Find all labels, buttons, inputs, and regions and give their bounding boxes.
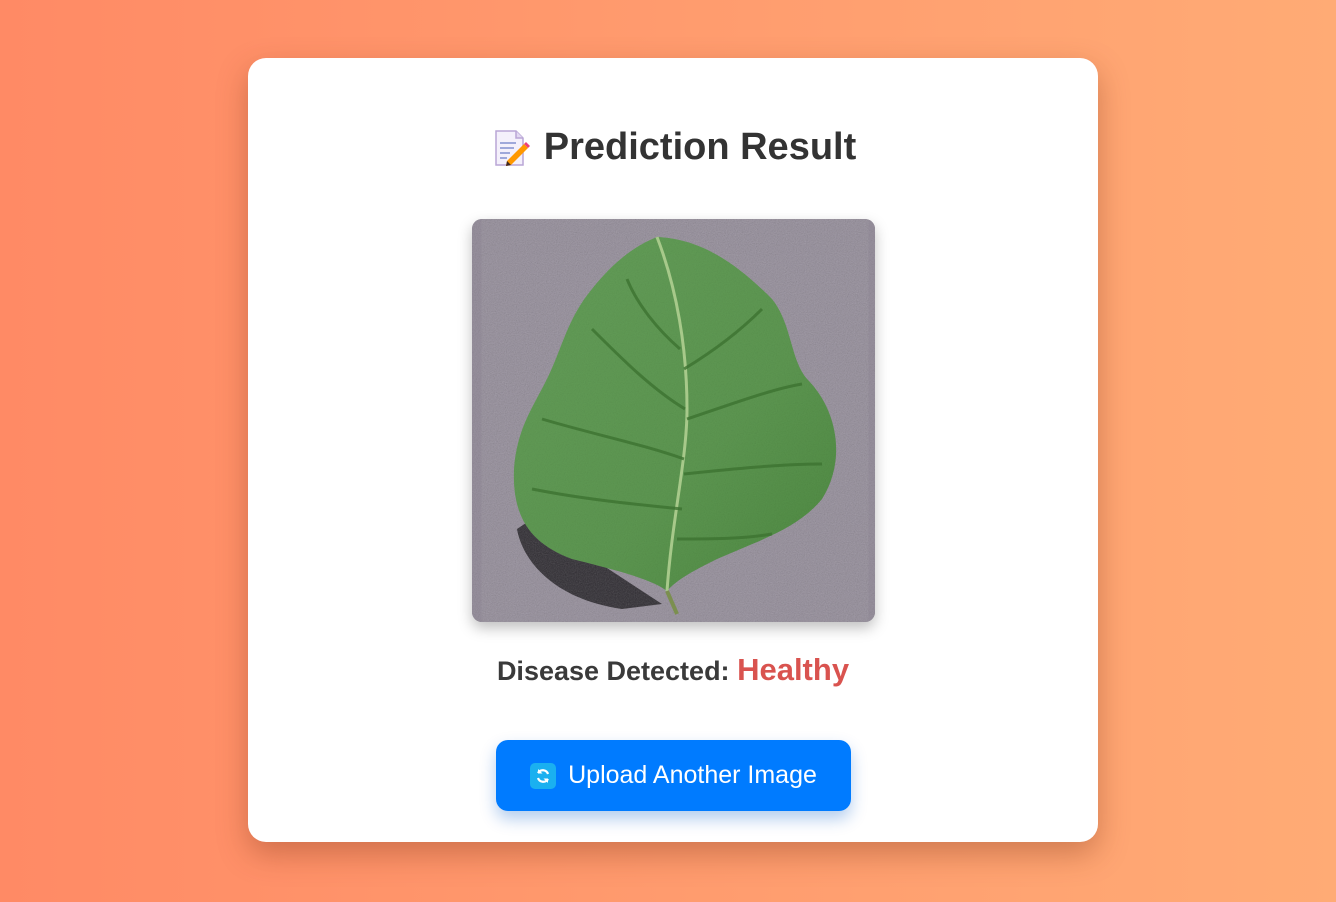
result-text: Disease Detected: Healthy [248, 652, 1098, 688]
result-label: Disease Detected: [496, 656, 730, 686]
title-text: Prediction Result [543, 126, 857, 168]
refresh-icon [530, 762, 557, 789]
leaf-image [472, 219, 875, 622]
upload-another-image-button[interactable]: Upload Another Image [496, 740, 851, 811]
upload-button-label: Upload Another Image [568, 761, 817, 789]
result-card: Prediction Result Disease Detected: Heal… [248, 58, 1098, 842]
page-title: Prediction Result [248, 126, 1098, 169]
memo-icon [490, 128, 530, 168]
result-value: Healthy [737, 652, 850, 687]
